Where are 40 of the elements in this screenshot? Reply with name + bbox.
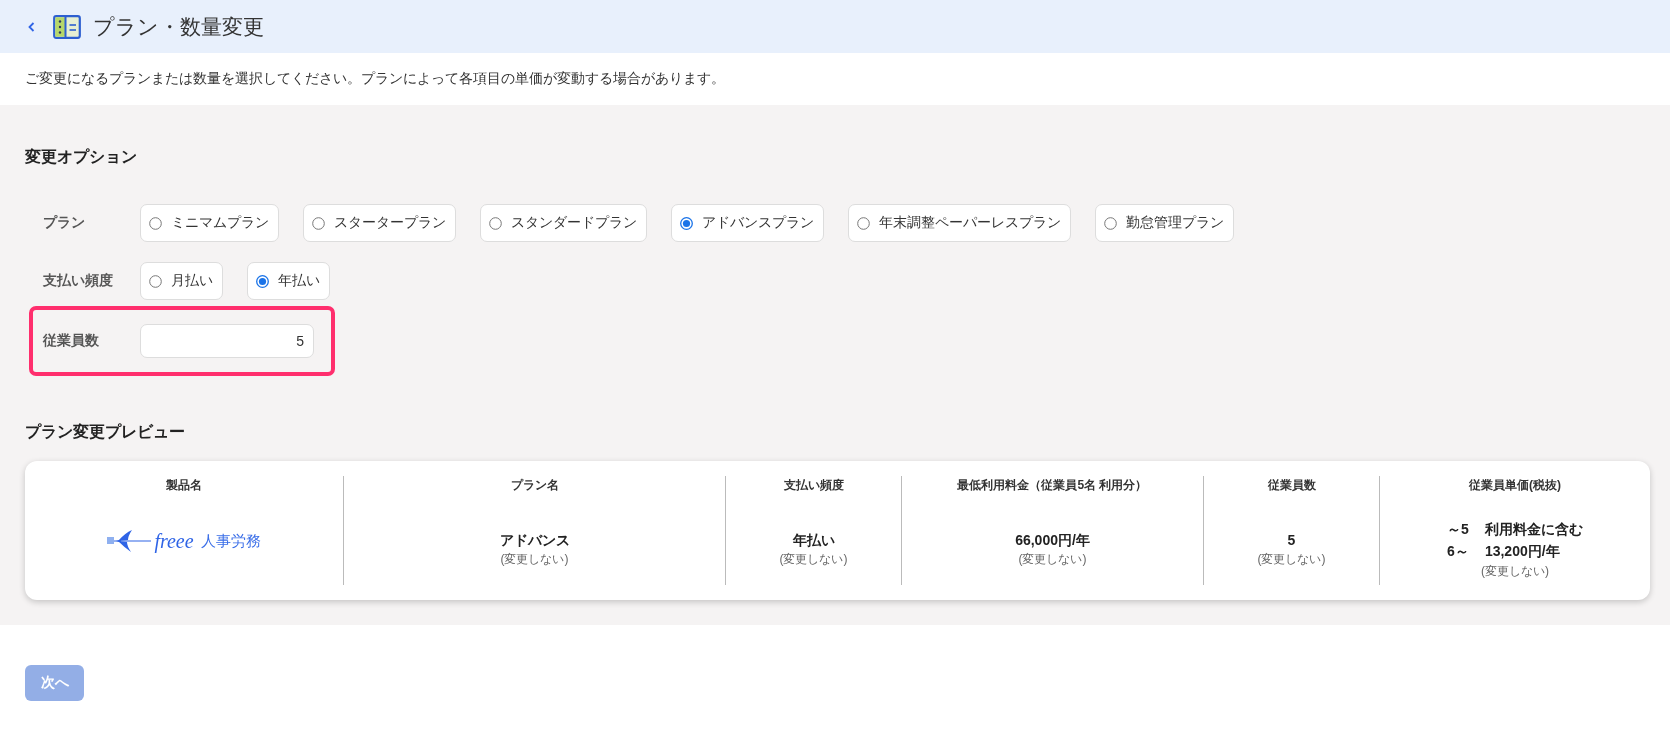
column-header: 最低利用料金（従業員5名 利用分） [957,477,1148,494]
tier-price: 利用料金に含む [1484,519,1583,539]
logo-product-name: 人事労務 [200,530,261,551]
cell-value: 5 [1287,530,1296,550]
cell-note: (変更しない) [1481,562,1549,580]
radio-option[interactable]: 勤怠管理プラン [1095,204,1234,242]
cell-note: (変更しない) [1018,550,1087,568]
cell-note: (変更しない) [500,550,569,568]
building-icon [53,14,81,39]
field-label: 支払い頻度 [43,272,114,290]
tier-range: ～5 [1447,519,1469,539]
cell-value: 66,000円/年 [1015,530,1090,550]
tier-price: 13,200円/年 [1484,541,1561,561]
section-title: プラン変更プレビュー [25,422,186,442]
radio-option[interactable]: スタータープラン [303,204,456,242]
cell-note: (変更しない) [1257,550,1326,568]
section-title: 変更オプション [25,147,138,167]
column-header: 従業員数 [1267,477,1316,494]
cell-value: 年払い [792,530,835,550]
tier-range: 6～ [1447,541,1469,561]
radio-option[interactable]: アドバンスプラン [671,204,824,242]
column-header: 従業員単価(税抜) [1469,477,1561,494]
cell-note: (変更しない) [779,550,848,568]
radio-option[interactable]: 年末調整ペーパーレスプラン [848,204,1071,242]
field-label: プラン [43,214,86,232]
chevron-left-icon [28,21,35,32]
column-header: プラン名 [510,477,559,494]
radio-option[interactable]: スタンダードプラン [480,204,647,242]
logo-icon [107,528,152,553]
radio-option[interactable]: 月払い [140,262,223,300]
field-label: 従業員数 [43,332,100,350]
radio-option[interactable]: ミニマムプラン [140,204,279,242]
radio-option[interactable]: 年払い [247,262,330,300]
logo-wordmark: freee [154,528,194,553]
number-input[interactable]: 5 [140,324,314,358]
column-header: 製品名 [166,477,202,494]
description-text: ご変更になるプランまたは数量を選択してください。プランによって各項目の単価が変動する場合があります。 [25,70,725,88]
column-header: 支払い頻度 [783,477,844,494]
page-title: プラン・数量変更 [93,13,264,40]
cell-value: アドバンス [499,530,570,550]
